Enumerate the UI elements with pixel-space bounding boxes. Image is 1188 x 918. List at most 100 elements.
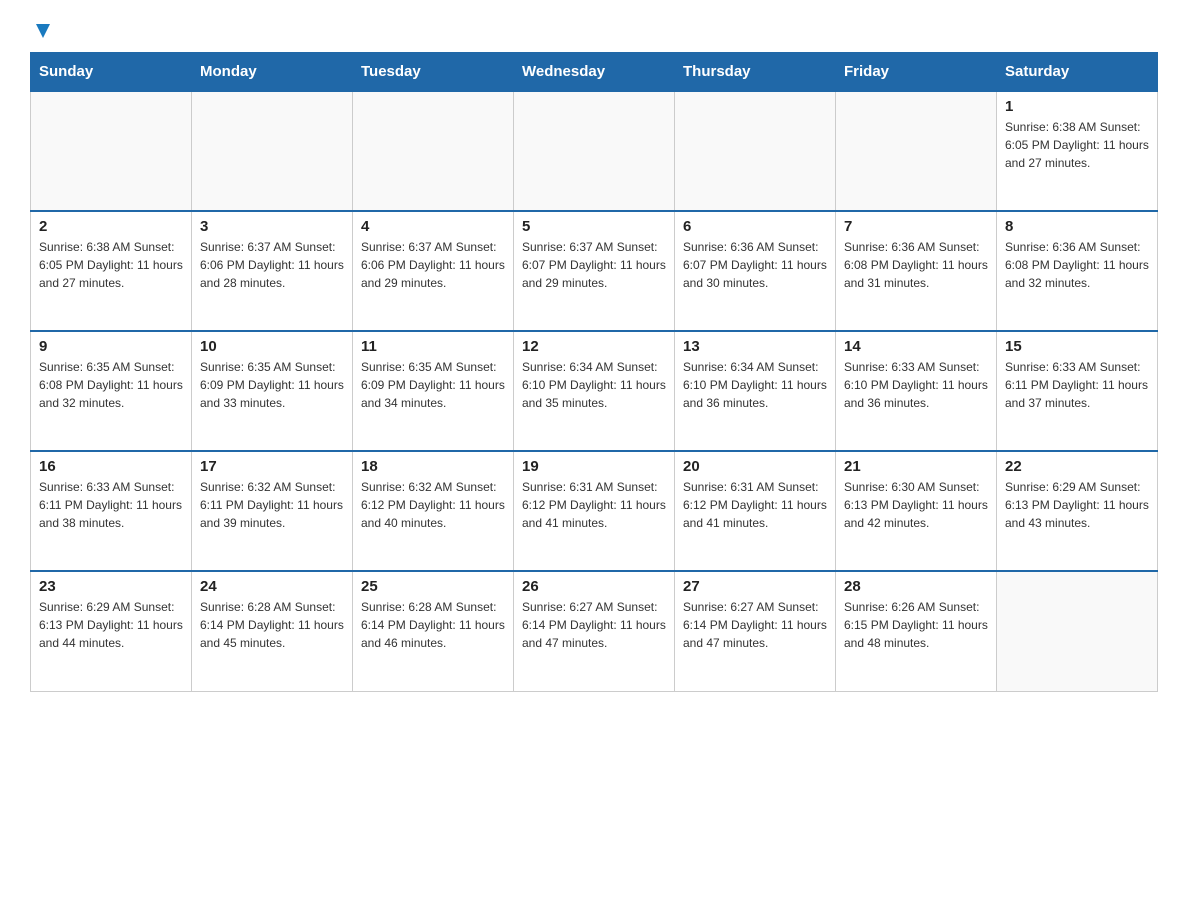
day-info: Sunrise: 6:32 AM Sunset: 6:12 PM Dayligh…: [361, 478, 505, 532]
calendar-cell: [997, 571, 1158, 691]
calendar-cell: 17 Sunrise: 6:32 AM Sunset: 6:11 PM Dayli…: [192, 451, 353, 571]
day-info: Sunrise: 6:29 AM Sunset: 6:13 PM Dayligh…: [1005, 478, 1149, 532]
day-info: Sunrise: 6:32 AM Sunset: 6:11 PM Dayligh…: [200, 478, 344, 532]
calendar-cell: 1 Sunrise: 6:38 AM Sunset: 6:05 PM Daylig…: [997, 91, 1158, 211]
day-number: 21: [844, 458, 988, 475]
calendar-week-row: 16 Sunrise: 6:33 AM Sunset: 6:11 PM Dayli…: [31, 451, 1158, 571]
calendar-cell: 27 Sunrise: 6:27 AM Sunset: 6:14 PM Dayli…: [675, 571, 836, 691]
calendar-cell: [192, 91, 353, 211]
calendar-week-row: 9Sunrise: 6:35 AM Sunset: 6:08 PM Daylig…: [31, 331, 1158, 451]
calendar-cell: 12 Sunrise: 6:34 AM Sunset: 6:10 PM Dayli…: [514, 331, 675, 451]
calendar-cell: 6 Sunrise: 6:36 AM Sunset: 6:07 PM Daylig…: [675, 211, 836, 331]
day-number: 25: [361, 578, 505, 595]
calendar-week-row: 2 Sunrise: 6:38 AM Sunset: 6:05 PM Daylig…: [31, 211, 1158, 331]
calendar-cell: 5 Sunrise: 6:37 AM Sunset: 6:07 PM Daylig…: [514, 211, 675, 331]
day-number: 26: [522, 578, 666, 595]
calendar-week-row: 23 Sunrise: 6:29 AM Sunset: 6:13 PM Dayli…: [31, 571, 1158, 691]
column-header-sunday: Sunday: [31, 53, 192, 92]
day-number: 20: [683, 458, 827, 475]
logo: [30, 20, 54, 42]
calendar-cell: [514, 91, 675, 211]
day-number: 12: [522, 338, 666, 355]
day-info: Sunrise: 6:36 AM Sunset: 6:08 PM Dayligh…: [844, 238, 988, 292]
column-header-tuesday: Tuesday: [353, 53, 514, 92]
calendar-cell: 7 Sunrise: 6:36 AM Sunset: 6:08 PM Daylig…: [836, 211, 997, 331]
day-number: 8: [1005, 218, 1149, 235]
calendar-cell: 3 Sunrise: 6:37 AM Sunset: 6:06 PM Daylig…: [192, 211, 353, 331]
calendar-cell: 4 Sunrise: 6:37 AM Sunset: 6:06 PM Daylig…: [353, 211, 514, 331]
calendar-cell: 24 Sunrise: 6:28 AM Sunset: 6:14 PM Dayli…: [192, 571, 353, 691]
day-info: Sunrise: 6:35 AM Sunset: 6:09 PM Dayligh…: [200, 358, 344, 412]
day-info: Sunrise: 6:27 AM Sunset: 6:14 PM Dayligh…: [522, 598, 666, 652]
calendar-cell: 15 Sunrise: 6:33 AM Sunset: 6:11 PM Dayli…: [997, 331, 1158, 451]
day-number: 18: [361, 458, 505, 475]
day-info: Sunrise: 6:35 AM Sunset: 6:09 PM Dayligh…: [361, 358, 505, 412]
column-header-monday: Monday: [192, 53, 353, 92]
day-number: 10: [200, 338, 344, 355]
day-info: Sunrise: 6:26 AM Sunset: 6:15 PM Dayligh…: [844, 598, 988, 652]
day-number: 1: [1005, 98, 1149, 115]
day-info: Sunrise: 6:30 AM Sunset: 6:13 PM Dayligh…: [844, 478, 988, 532]
calendar-cell: [836, 91, 997, 211]
day-number: 22: [1005, 458, 1149, 475]
day-number: 6: [683, 218, 827, 235]
day-info: Sunrise: 6:33 AM Sunset: 6:11 PM Dayligh…: [39, 478, 183, 532]
day-number: 27: [683, 578, 827, 595]
day-info: Sunrise: 6:34 AM Sunset: 6:10 PM Dayligh…: [522, 358, 666, 412]
day-info: Sunrise: 6:31 AM Sunset: 6:12 PM Dayligh…: [683, 478, 827, 532]
column-header-thursday: Thursday: [675, 53, 836, 92]
day-info: Sunrise: 6:36 AM Sunset: 6:08 PM Dayligh…: [1005, 238, 1149, 292]
day-info: Sunrise: 6:33 AM Sunset: 6:11 PM Dayligh…: [1005, 358, 1149, 412]
day-info: Sunrise: 6:33 AM Sunset: 6:10 PM Dayligh…: [844, 358, 988, 412]
page-header: [30, 20, 1158, 42]
day-info: Sunrise: 6:31 AM Sunset: 6:12 PM Dayligh…: [522, 478, 666, 532]
day-number: 2: [39, 218, 183, 235]
calendar-cell: 9Sunrise: 6:35 AM Sunset: 6:08 PM Daylig…: [31, 331, 192, 451]
column-header-friday: Friday: [836, 53, 997, 92]
day-number: 15: [1005, 338, 1149, 355]
calendar-cell: 26 Sunrise: 6:27 AM Sunset: 6:14 PM Dayli…: [514, 571, 675, 691]
calendar-cell: 14 Sunrise: 6:33 AM Sunset: 6:10 PM Dayli…: [836, 331, 997, 451]
calendar-cell: 25 Sunrise: 6:28 AM Sunset: 6:14 PM Dayli…: [353, 571, 514, 691]
calendar-cell: 23 Sunrise: 6:29 AM Sunset: 6:13 PM Dayli…: [31, 571, 192, 691]
day-number: 7: [844, 218, 988, 235]
calendar-cell: [675, 91, 836, 211]
day-info: Sunrise: 6:28 AM Sunset: 6:14 PM Dayligh…: [361, 598, 505, 652]
column-header-wednesday: Wednesday: [514, 53, 675, 92]
day-info: Sunrise: 6:28 AM Sunset: 6:14 PM Dayligh…: [200, 598, 344, 652]
day-number: 3: [200, 218, 344, 235]
day-number: 23: [39, 578, 183, 595]
day-number: 11: [361, 338, 505, 355]
day-number: 4: [361, 218, 505, 235]
day-number: 14: [844, 338, 988, 355]
calendar-header-row: SundayMondayTuesdayWednesdayThursdayFrid…: [31, 53, 1158, 92]
day-info: Sunrise: 6:38 AM Sunset: 6:05 PM Dayligh…: [39, 238, 183, 292]
calendar-week-row: 1 Sunrise: 6:38 AM Sunset: 6:05 PM Daylig…: [31, 91, 1158, 211]
day-info: Sunrise: 6:36 AM Sunset: 6:07 PM Dayligh…: [683, 238, 827, 292]
day-info: Sunrise: 6:29 AM Sunset: 6:13 PM Dayligh…: [39, 598, 183, 652]
calendar-cell: 13Sunrise: 6:34 AM Sunset: 6:10 PM Dayli…: [675, 331, 836, 451]
column-header-saturday: Saturday: [997, 53, 1158, 92]
day-info: Sunrise: 6:37 AM Sunset: 6:06 PM Dayligh…: [361, 238, 505, 292]
day-info: Sunrise: 6:37 AM Sunset: 6:06 PM Dayligh…: [200, 238, 344, 292]
calendar-cell: [353, 91, 514, 211]
day-number: 16: [39, 458, 183, 475]
day-info: Sunrise: 6:37 AM Sunset: 6:07 PM Dayligh…: [522, 238, 666, 292]
day-info: Sunrise: 6:27 AM Sunset: 6:14 PM Dayligh…: [683, 598, 827, 652]
day-number: 17: [200, 458, 344, 475]
calendar-cell: 8 Sunrise: 6:36 AM Sunset: 6:08 PM Daylig…: [997, 211, 1158, 331]
calendar-cell: 22 Sunrise: 6:29 AM Sunset: 6:13 PM Dayli…: [997, 451, 1158, 571]
calendar-cell: 19 Sunrise: 6:31 AM Sunset: 6:12 PM Dayli…: [514, 451, 675, 571]
calendar-cell: 21 Sunrise: 6:30 AM Sunset: 6:13 PM Dayli…: [836, 451, 997, 571]
day-number: 5: [522, 218, 666, 235]
calendar-cell: 10 Sunrise: 6:35 AM Sunset: 6:09 PM Dayli…: [192, 331, 353, 451]
calendar-cell: 28Sunrise: 6:26 AM Sunset: 6:15 PM Dayli…: [836, 571, 997, 691]
calendar-cell: 11 Sunrise: 6:35 AM Sunset: 6:09 PM Dayli…: [353, 331, 514, 451]
day-number: 24: [200, 578, 344, 595]
day-info: Sunrise: 6:38 AM Sunset: 6:05 PM Dayligh…: [1005, 118, 1149, 172]
logo-triangle-icon: [32, 20, 54, 42]
day-number: 19: [522, 458, 666, 475]
calendar-cell: [31, 91, 192, 211]
calendar-cell: 16 Sunrise: 6:33 AM Sunset: 6:11 PM Dayli…: [31, 451, 192, 571]
calendar-table: SundayMondayTuesdayWednesdayThursdayFrid…: [30, 52, 1158, 692]
